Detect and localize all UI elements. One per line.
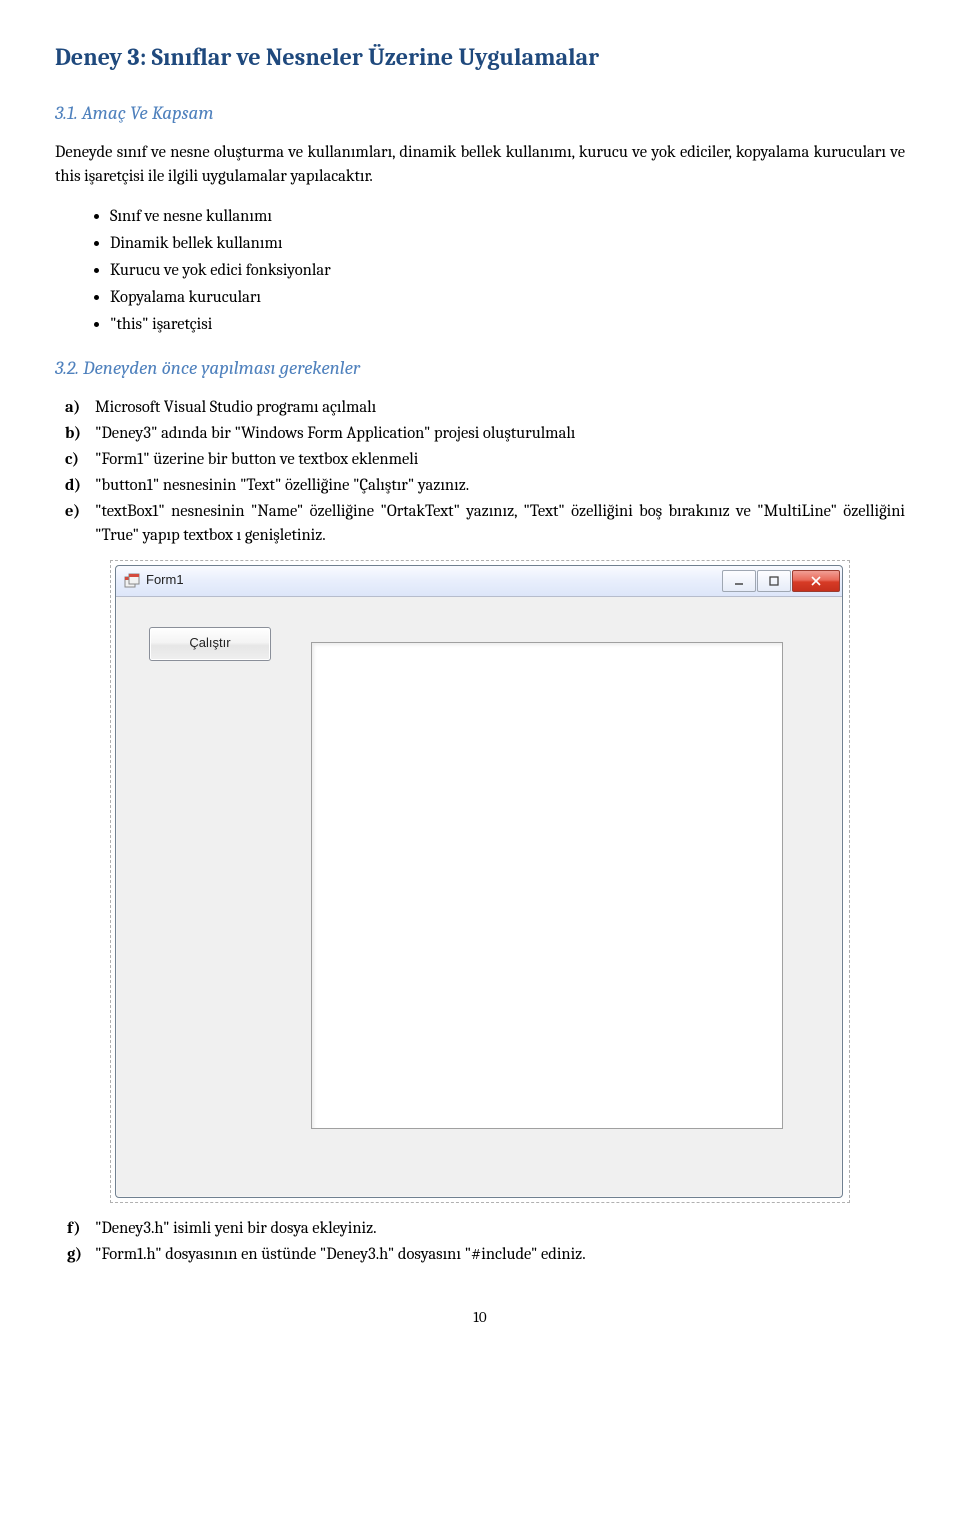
step-marker: g) (67, 1243, 82, 1267)
section-31-heading: 3.1. Amaç Ve Kapsam (55, 100, 905, 128)
intro-paragraph: Deneyde sınıf ve nesne oluşturma ve kull… (55, 141, 905, 189)
step-text: "Form1" üzerine bir button ve textbox ek… (95, 450, 418, 469)
list-item: Kurucu ve yok edici fonksiyonlar (110, 259, 905, 283)
list-item: Dinamik bellek kullanımı (110, 232, 905, 256)
form-window: Form1 Çalıştır (115, 565, 843, 1198)
window-title: Form1 (146, 571, 722, 590)
list-item: b)"Deney3" adında bir "Windows Form Appl… (95, 422, 905, 446)
step-text: "Form1.h" dosyasının en üstünde "Deney3.… (95, 1245, 586, 1264)
window-controls (722, 570, 840, 592)
list-item: a)Microsoft Visual Studio programı açılm… (95, 396, 905, 420)
calistir-button[interactable]: Çalıştır (149, 627, 271, 661)
topic-bullet-list: Sınıf ve nesne kullanımı Dinamik bellek … (55, 205, 905, 337)
list-item: c)"Form1" üzerine bir button ve textbox … (95, 448, 905, 472)
list-item: f)"Deney3.h" isimli yeni bir dosya ekley… (95, 1217, 905, 1241)
list-item: g)"Form1.h" dosyasının en üstünde "Deney… (95, 1243, 905, 1267)
list-item: d)"button1" nesnesinin "Text" özelliğine… (95, 474, 905, 498)
page-number: 10 (55, 1307, 905, 1329)
section-32-heading: 3.2. Deneyden önce yapılması gerekenler (55, 355, 905, 383)
step-text: "textBox1" nesnesinin "Name" özelliğine … (95, 502, 905, 545)
ortaktext-textbox[interactable] (311, 642, 783, 1129)
form-client-area: Çalıştır (116, 597, 842, 1197)
maximize-button[interactable] (757, 570, 791, 592)
list-item: "this" işaretçisi (110, 313, 905, 337)
step-text: "button1" nesnesinin "Text" özelliğine "… (95, 476, 469, 495)
form-designer-figure: Form1 Çalıştır (110, 560, 850, 1203)
list-item: e)"textBox1" nesnesinin "Name" özelliğin… (95, 500, 905, 548)
list-item: Kopyalama kurucuları (110, 286, 905, 310)
step-marker: d) (65, 474, 81, 498)
step-marker: a) (65, 396, 80, 420)
steps-list-ae: a) Microsoft Visual Studio programı açılm… (55, 396, 905, 548)
list-item: Sınıf ve nesne kullanımı (110, 205, 905, 229)
step-text: "Deney3" adında bir "Windows Form Applic… (95, 424, 575, 443)
step-marker: c) (65, 448, 79, 472)
step-text: "Deney3.h" isimli yeni bir dosya ekleyin… (95, 1219, 377, 1238)
step-marker: f) (67, 1217, 81, 1241)
steps-list-fg: f) "Deney3.h" isimli yeni bir dosya ekley… (55, 1217, 905, 1267)
step-text: Microsoft Visual Studio programı açılmal… (95, 398, 376, 417)
form-icon (124, 573, 140, 589)
button-label: Çalıştır (189, 634, 230, 653)
close-button[interactable] (792, 570, 840, 592)
minimize-button[interactable] (722, 570, 756, 592)
step-marker: e) (65, 500, 80, 524)
document-title: Deney 3: Sınıflar ve Nesneler Üzerine Uy… (55, 40, 905, 75)
step-marker: b) (65, 422, 81, 446)
window-titlebar: Form1 (116, 566, 842, 597)
